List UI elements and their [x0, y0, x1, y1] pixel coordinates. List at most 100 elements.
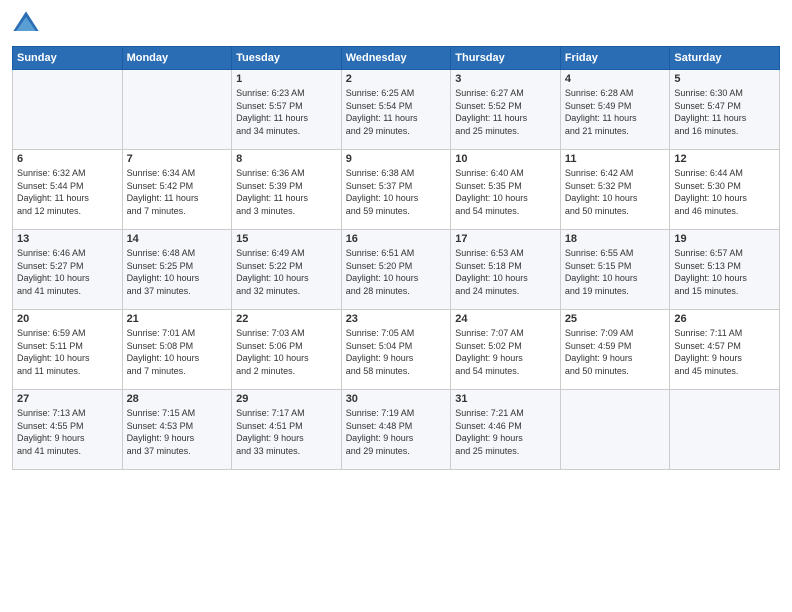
calendar-cell: 5 Sunrise: 6:30 AM Sunset: 5:47 PM Daylig… [670, 70, 780, 150]
day-number: 17 [455, 233, 556, 245]
calendar-cell: 17 Sunrise: 6:53 AM Sunset: 5:18 PM Dayli… [451, 230, 561, 310]
calendar-cell: 8 Sunrise: 6:36 AM Sunset: 5:39 PM Daylig… [232, 150, 342, 230]
week-row-2: 6Sunrise: 6:32 AM Sunset: 5:44 PM Daylig… [13, 150, 780, 230]
day-number: 27 [17, 393, 118, 405]
day-number: 12 [674, 153, 775, 165]
week-row-1: 1 Sunrise: 6:23 AM Sunset: 5:57 PM Daylig… [13, 70, 780, 150]
calendar-cell: 7 Sunrise: 6:34 AM Sunset: 5:42 PM Daylig… [122, 150, 232, 230]
calendar-cell: 29Sunrise: 7:17 AM Sunset: 4:51 PM Dayli… [232, 390, 342, 470]
calendar-cell: 12Sunrise: 6:44 AM Sunset: 5:30 PM Dayli… [670, 150, 780, 230]
day-number: 5 [674, 73, 775, 85]
day-detail: Sunrise: 6:25 AM Sunset: 5:54 PM Dayligh… [346, 87, 447, 137]
day-detail: Sunrise: 6:53 AM Sunset: 5:18 PM Dayligh… [455, 247, 556, 297]
day-number: 14 [127, 233, 228, 245]
day-number: 1 [236, 73, 337, 85]
calendar-cell: 9Sunrise: 6:38 AM Sunset: 5:37 PM Daylig… [341, 150, 451, 230]
calendar-cell: 4Sunrise: 6:28 AM Sunset: 5:49 PM Daylig… [560, 70, 670, 150]
calendar-cell: 1 Sunrise: 6:23 AM Sunset: 5:57 PM Daylig… [232, 70, 342, 150]
day-number: 19 [674, 233, 775, 245]
day-number: 23 [346, 313, 447, 325]
calendar-cell: 16 Sunrise: 6:51 AM Sunset: 5:20 PM Dayli… [341, 230, 451, 310]
day-detail: Sunrise: 6:23 AM Sunset: 5:57 PM Dayligh… [236, 87, 337, 137]
calendar-cell: 11 Sunrise: 6:42 AM Sunset: 5:32 PM Dayli… [560, 150, 670, 230]
calendar-cell: 27 Sunrise: 7:13 AM Sunset: 4:55 PM Dayli… [13, 390, 123, 470]
day-detail: Sunrise: 6:30 AM Sunset: 5:47 PM Dayligh… [674, 87, 775, 137]
day-detail: Sunrise: 6:48 AM Sunset: 5:25 PM Dayligh… [127, 247, 228, 297]
day-number: 31 [455, 393, 556, 405]
weekday-header-friday: Friday [560, 47, 670, 70]
day-number: 18 [565, 233, 666, 245]
day-detail: Sunrise: 6:46 AM Sunset: 5:27 PM Dayligh… [17, 247, 118, 297]
calendar-cell: 25Sunrise: 7:09 AM Sunset: 4:59 PM Dayli… [560, 310, 670, 390]
day-detail: Sunrise: 7:09 AM Sunset: 4:59 PM Dayligh… [565, 327, 666, 377]
day-detail: Sunrise: 7:03 AM Sunset: 5:06 PM Dayligh… [236, 327, 337, 377]
day-detail: Sunrise: 7:11 AM Sunset: 4:57 PM Dayligh… [674, 327, 775, 377]
calendar-cell: 18Sunrise: 6:55 AM Sunset: 5:15 PM Dayli… [560, 230, 670, 310]
day-number: 11 [565, 153, 666, 165]
day-detail: Sunrise: 7:05 AM Sunset: 5:04 PM Dayligh… [346, 327, 447, 377]
calendar-cell: 31 Sunrise: 7:21 AM Sunset: 4:46 PM Dayli… [451, 390, 561, 470]
day-number: 10 [455, 153, 556, 165]
calendar-cell: 22 Sunrise: 7:03 AM Sunset: 5:06 PM Dayli… [232, 310, 342, 390]
day-detail: Sunrise: 6:40 AM Sunset: 5:35 PM Dayligh… [455, 167, 556, 217]
calendar-cell: 3 Sunrise: 6:27 AM Sunset: 5:52 PM Daylig… [451, 70, 561, 150]
day-number: 30 [346, 393, 447, 405]
calendar-cell: 20Sunrise: 6:59 AM Sunset: 5:11 PM Dayli… [13, 310, 123, 390]
day-number: 8 [236, 153, 337, 165]
day-number: 13 [17, 233, 118, 245]
calendar-cell: 2 Sunrise: 6:25 AM Sunset: 5:54 PM Daylig… [341, 70, 451, 150]
day-detail: Sunrise: 7:17 AM Sunset: 4:51 PM Dayligh… [236, 407, 337, 457]
day-detail: Sunrise: 7:15 AM Sunset: 4:53 PM Dayligh… [127, 407, 228, 457]
day-number: 2 [346, 73, 447, 85]
logo-icon [12, 10, 40, 38]
day-number: 15 [236, 233, 337, 245]
weekday-header-thursday: Thursday [451, 47, 561, 70]
day-number: 16 [346, 233, 447, 245]
day-detail: Sunrise: 7:13 AM Sunset: 4:55 PM Dayligh… [17, 407, 118, 457]
week-row-4: 20Sunrise: 6:59 AM Sunset: 5:11 PM Dayli… [13, 310, 780, 390]
week-row-3: 13 Sunrise: 6:46 AM Sunset: 5:27 PM Dayli… [13, 230, 780, 310]
calendar-table: SundayMondayTuesdayWednesdayThursdayFrid… [12, 46, 780, 470]
calendar-cell [122, 70, 232, 150]
day-detail: Sunrise: 6:49 AM Sunset: 5:22 PM Dayligh… [236, 247, 337, 297]
day-detail: Sunrise: 6:34 AM Sunset: 5:42 PM Dayligh… [127, 167, 228, 217]
day-number: 22 [236, 313, 337, 325]
day-number: 24 [455, 313, 556, 325]
day-detail: Sunrise: 7:19 AM Sunset: 4:48 PM Dayligh… [346, 407, 447, 457]
day-number: 7 [127, 153, 228, 165]
day-detail: Sunrise: 7:07 AM Sunset: 5:02 PM Dayligh… [455, 327, 556, 377]
day-number: 3 [455, 73, 556, 85]
day-detail: Sunrise: 6:42 AM Sunset: 5:32 PM Dayligh… [565, 167, 666, 217]
weekday-header-tuesday: Tuesday [232, 47, 342, 70]
day-detail: Sunrise: 6:36 AM Sunset: 5:39 PM Dayligh… [236, 167, 337, 217]
weekday-header-saturday: Saturday [670, 47, 780, 70]
day-detail: Sunrise: 6:59 AM Sunset: 5:11 PM Dayligh… [17, 327, 118, 377]
calendar-cell: 23 Sunrise: 7:05 AM Sunset: 5:04 PM Dayli… [341, 310, 451, 390]
day-number: 28 [127, 393, 228, 405]
day-detail: Sunrise: 6:51 AM Sunset: 5:20 PM Dayligh… [346, 247, 447, 297]
day-detail: Sunrise: 6:57 AM Sunset: 5:13 PM Dayligh… [674, 247, 775, 297]
day-detail: Sunrise: 7:21 AM Sunset: 4:46 PM Dayligh… [455, 407, 556, 457]
weekday-header-row: SundayMondayTuesdayWednesdayThursdayFrid… [13, 47, 780, 70]
calendar-cell: 13 Sunrise: 6:46 AM Sunset: 5:27 PM Dayli… [13, 230, 123, 310]
calendar-cell: 19 Sunrise: 6:57 AM Sunset: 5:13 PM Dayli… [670, 230, 780, 310]
calendar-cell [670, 390, 780, 470]
day-detail: Sunrise: 6:28 AM Sunset: 5:49 PM Dayligh… [565, 87, 666, 137]
day-detail: Sunrise: 6:27 AM Sunset: 5:52 PM Dayligh… [455, 87, 556, 137]
day-detail: Sunrise: 7:01 AM Sunset: 5:08 PM Dayligh… [127, 327, 228, 377]
calendar-cell [560, 390, 670, 470]
day-detail: Sunrise: 6:38 AM Sunset: 5:37 PM Dayligh… [346, 167, 447, 217]
calendar-cell: 24 Sunrise: 7:07 AM Sunset: 5:02 PM Dayli… [451, 310, 561, 390]
calendar-cell: 28 Sunrise: 7:15 AM Sunset: 4:53 PM Dayli… [122, 390, 232, 470]
week-row-5: 27 Sunrise: 7:13 AM Sunset: 4:55 PM Dayli… [13, 390, 780, 470]
logo [12, 10, 44, 38]
calendar-cell: 14 Sunrise: 6:48 AM Sunset: 5:25 PM Dayli… [122, 230, 232, 310]
day-number: 21 [127, 313, 228, 325]
calendar-cell [13, 70, 123, 150]
calendar-cell: 21 Sunrise: 7:01 AM Sunset: 5:08 PM Dayli… [122, 310, 232, 390]
calendar-cell: 30 Sunrise: 7:19 AM Sunset: 4:48 PM Dayli… [341, 390, 451, 470]
calendar-cell: 10 Sunrise: 6:40 AM Sunset: 5:35 PM Dayli… [451, 150, 561, 230]
calendar-cell: 26Sunrise: 7:11 AM Sunset: 4:57 PM Dayli… [670, 310, 780, 390]
weekday-header-wednesday: Wednesday [341, 47, 451, 70]
header [12, 10, 780, 38]
